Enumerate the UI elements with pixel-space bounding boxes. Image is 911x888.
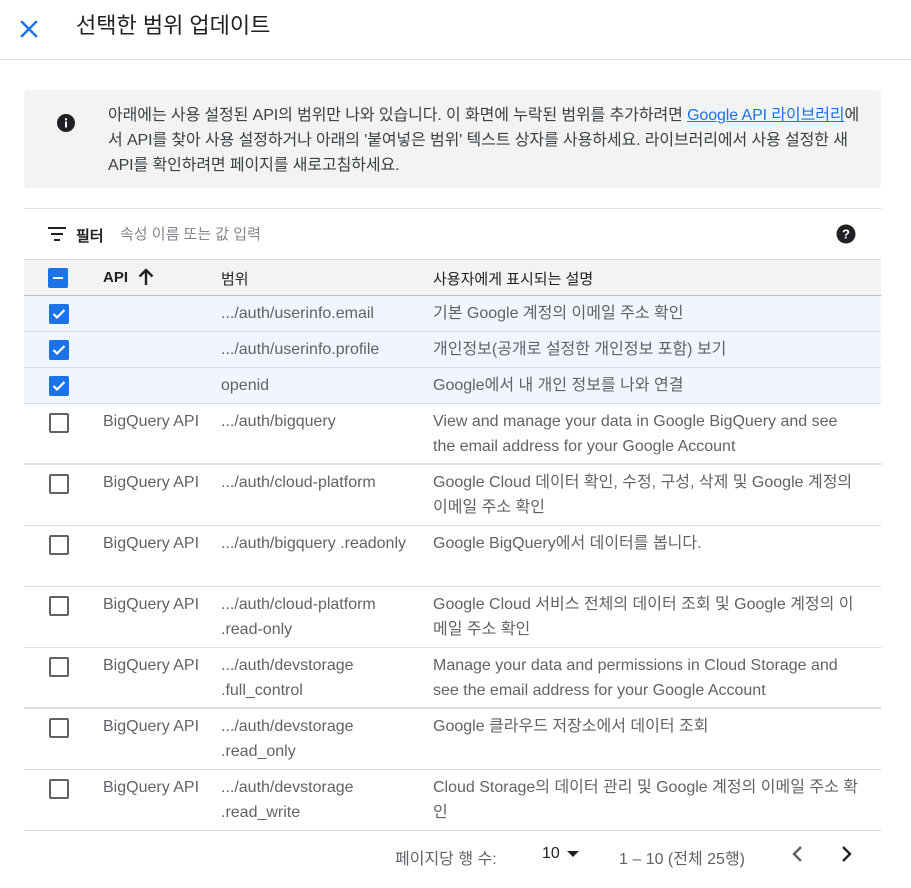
- dropdown-arrow-icon: [566, 851, 579, 857]
- close-icon[interactable]: [20, 20, 38, 38]
- row-checkbox[interactable]: [49, 413, 69, 433]
- row-scope: .../auth/bigquery .readonly: [221, 535, 407, 552]
- row-scope: .../auth/userinfo.email: [221, 305, 374, 322]
- close-button[interactable]: [14, 14, 44, 44]
- table-row[interactable]: BigQuery API .../auth/devstorage .read_on…: [24, 709, 881, 770]
- row-checkbox[interactable]: [49, 304, 69, 324]
- row-description: Manage your data and permissions in Clou…: [433, 657, 838, 699]
- row-checkbox[interactable]: [49, 718, 69, 738]
- filter-input[interactable]: [118, 221, 718, 247]
- column-header-api[interactable]: API: [103, 268, 154, 286]
- row-description: Cloud Storage의 데이터 관리 및 Google 계정의 이메일 주…: [433, 779, 858, 821]
- checkmark-icon: [52, 309, 66, 320]
- row-checkbox[interactable]: [49, 340, 69, 360]
- row-scope: .../auth/devstorage .read_only: [221, 718, 354, 760]
- row-description: Google에서 내 개인 정보를 나와 연결: [433, 377, 684, 394]
- table-row[interactable]: BigQuery API .../auth/devstorage .full_co…: [24, 648, 881, 709]
- svg-text:?: ?: [842, 227, 850, 242]
- row-api: BigQuery API: [103, 657, 200, 674]
- row-description: Google BigQuery에서 데이터를 봅니다.: [433, 535, 702, 552]
- column-header-description[interactable]: 사용자에게 표시되는 설명: [433, 268, 863, 289]
- page-title: 선택한 범위 업데이트: [76, 13, 271, 38]
- row-description: Google Cloud 서비스 전체의 데이터 조회 및 Google 계정의…: [433, 596, 854, 638]
- row-scope: .../auth/bigquery: [221, 413, 336, 430]
- row-checkbox[interactable]: [49, 535, 69, 555]
- row-checkbox[interactable]: [49, 376, 69, 396]
- info-banner: 아래에는 사용 설정된 API의 범위만 나와 있습니다. 이 화면에 누락된 …: [24, 90, 881, 188]
- row-scope: .../auth/cloud-platform: [221, 474, 376, 491]
- help-icon[interactable]: ?: [836, 224, 856, 244]
- rows-per-page-label: 페이지당 행 수:: [395, 851, 497, 868]
- select-all-checkbox[interactable]: [48, 268, 68, 288]
- row-scope: openid: [221, 377, 270, 394]
- row-checkbox[interactable]: [49, 474, 69, 494]
- table-row[interactable]: BigQuery API .../auth/bigquery View and ma…: [24, 404, 881, 465]
- row-description: 개인정보(공개로 설정한 개인정보 포함) 보기: [433, 341, 727, 358]
- table-row[interactable]: BigQuery API .../auth/bigquery .readonly G…: [24, 526, 881, 587]
- api-library-link[interactable]: Google API 라이브러리: [687, 107, 845, 124]
- row-description: Google Cloud 데이터 확인, 수정, 구성, 삭제 및 Google…: [433, 474, 853, 516]
- row-checkbox[interactable]: [49, 779, 69, 799]
- column-header-scope[interactable]: 범위: [221, 268, 249, 289]
- row-description: 기본 Google 계정의 이메일 주소 확인: [433, 305, 684, 322]
- table-header: API 범위 사용자에게 표시되는 설명: [24, 259, 881, 296]
- row-checkbox[interactable]: [49, 657, 69, 677]
- filter-icon[interactable]: [48, 226, 68, 242]
- row-scope: .../auth/userinfo.profile: [221, 341, 380, 358]
- row-api: BigQuery API: [103, 718, 200, 735]
- info-text: 아래에는 사용 설정된 API의 범위만 나와 있습니다. 이 화면에 누락된 …: [108, 103, 860, 178]
- table-row[interactable]: .../auth/userinfo.email 기본 Google 계정의 이메일…: [24, 296, 881, 332]
- info-icon: [57, 114, 75, 132]
- row-api: BigQuery API: [103, 535, 200, 552]
- chevron-right-icon[interactable]: [834, 842, 858, 866]
- table-row[interactable]: BigQuery API .../auth/devstorage .read_wr…: [24, 770, 881, 831]
- row-scope: .../auth/devstorage .read_write: [221, 779, 354, 821]
- table-row[interactable]: BigQuery API .../auth/cloud-platform Googl…: [24, 465, 881, 526]
- table-row[interactable]: BigQuery API .../auth/cloud-platform .rea…: [24, 587, 881, 648]
- row-checkbox[interactable]: [49, 596, 69, 616]
- minus-icon: [53, 277, 63, 279]
- page-range: 1 – 10 (전체 25행): [619, 851, 745, 868]
- row-scope: .../auth/devstorage .full_control: [221, 657, 354, 699]
- filter-bar: 필터 ?: [24, 208, 881, 259]
- row-api: BigQuery API: [103, 474, 200, 491]
- checkmark-icon: [52, 345, 66, 356]
- table-body: .../auth/userinfo.email 기본 Google 계정의 이메일…: [24, 296, 881, 831]
- checkmark-icon: [52, 381, 66, 392]
- row-description: Google 클라우드 저장소에서 데이터 조회: [433, 718, 709, 735]
- info-text-part: 아래에는 사용 설정된 API의 범위만 나와 있습니다. 이 화면에 누락된 …: [108, 107, 688, 124]
- table-row[interactable]: .../auth/userinfo.profile 개인정보(공개로 설정한 개인…: [24, 332, 881, 368]
- table-row[interactable]: openid Google에서 내 개인 정보를 나와 연결: [24, 368, 881, 404]
- filter-label: 필터: [76, 228, 104, 245]
- row-api: BigQuery API: [103, 596, 200, 613]
- column-header-api-label: API: [103, 268, 129, 286]
- arrow-up-icon[interactable]: [138, 268, 154, 286]
- rows-per-page-value: 10: [542, 845, 560, 862]
- scopes-table: API 범위 사용자에게 표시되는 설명 .../auth/userinfo.e…: [24, 259, 881, 831]
- row-description: View and manage your data in Google BigQ…: [433, 413, 838, 455]
- dialog-header: 선택한 범위 업데이트: [0, 0, 911, 60]
- chevron-left-icon[interactable]: [786, 842, 810, 866]
- pagination: 페이지당 행 수: 10 1 – 10 (전체 25행): [24, 834, 881, 874]
- row-scope: .../auth/cloud-platform .read-only: [221, 596, 376, 638]
- rows-per-page-select[interactable]: 10: [542, 845, 580, 863]
- row-api: BigQuery API: [103, 779, 200, 796]
- row-api: BigQuery API: [103, 413, 200, 430]
